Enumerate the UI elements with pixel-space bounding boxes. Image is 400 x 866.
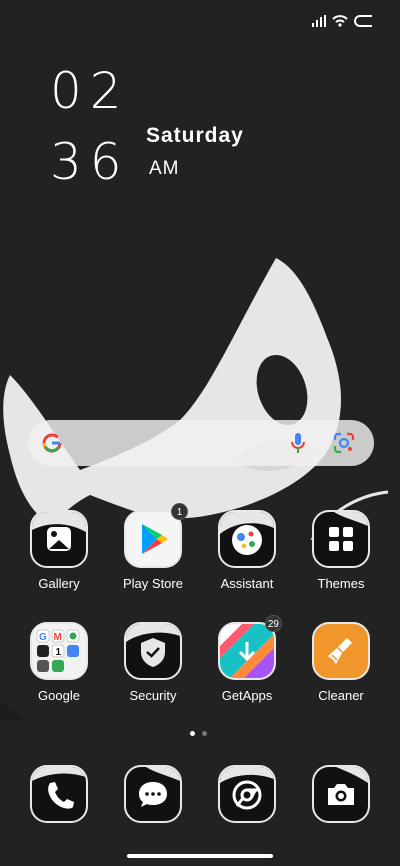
clock-day[interactable]: Saturday: [146, 124, 244, 148]
dock-messages[interactable]: [108, 765, 198, 823]
notification-badge: 29: [264, 615, 282, 632]
svg-text:M: M: [54, 632, 62, 643]
page-dot-active: [190, 731, 195, 736]
phone-icon: [30, 765, 88, 823]
wifi-icon: [332, 15, 348, 27]
svg-text:G: G: [39, 632, 47, 643]
dock-camera[interactable]: [296, 765, 386, 823]
clock-hour[interactable]: 02: [50, 66, 130, 116]
app-label: Security: [129, 688, 177, 703]
app-label: Assistant: [220, 576, 274, 591]
app-label: Cleaner: [318, 688, 364, 703]
getapps-icon: [218, 622, 276, 680]
broom-icon: [312, 622, 370, 680]
app-label: Google: [38, 688, 80, 703]
google-g-icon: [42, 433, 62, 453]
shield-icon: [124, 622, 182, 680]
page-dot: [202, 731, 207, 736]
dock-phone[interactable]: [14, 765, 104, 823]
clock-ampm[interactable]: AM: [149, 158, 180, 180]
themes-icon: [312, 510, 370, 568]
clock-minute[interactable]: 36: [50, 137, 130, 187]
app-gallery[interactable]: Gallery: [14, 510, 104, 591]
chrome-icon: [218, 765, 276, 823]
app-security[interactable]: Security: [108, 622, 198, 703]
app-getapps[interactable]: 29 GetApps: [202, 615, 292, 703]
assistant-icon: [218, 510, 276, 568]
signal-icon: [312, 14, 326, 27]
google-search-bar[interactable]: [28, 420, 374, 466]
app-play-store[interactable]: 1 Play Store: [108, 503, 198, 591]
battery-icon: [354, 14, 372, 27]
svg-text:1: 1: [56, 647, 62, 658]
camera-icon: [312, 765, 370, 823]
play-store-icon: [124, 510, 182, 568]
home-gesture-bar[interactable]: [127, 854, 273, 858]
google-lens-icon[interactable]: [332, 431, 356, 455]
app-label: GetApps: [221, 688, 273, 703]
app-label: Gallery: [38, 576, 80, 591]
app-assistant[interactable]: Assistant: [202, 510, 292, 591]
page-indicator: [190, 731, 207, 736]
gallery-icon: [30, 510, 88, 568]
status-bar: [312, 14, 374, 27]
app-label: Themes: [317, 576, 365, 591]
app-themes[interactable]: Themes: [296, 510, 386, 591]
microphone-icon[interactable]: [290, 431, 306, 455]
google-folder-icon: G M 1: [30, 622, 88, 680]
app-google-folder[interactable]: G M 1 Google: [14, 622, 104, 703]
app-label: Play Store: [123, 576, 183, 591]
dock-chrome[interactable]: [202, 765, 292, 823]
messages-icon: [124, 765, 182, 823]
app-cleaner[interactable]: Cleaner: [296, 622, 386, 703]
notification-badge: 1: [171, 503, 188, 520]
